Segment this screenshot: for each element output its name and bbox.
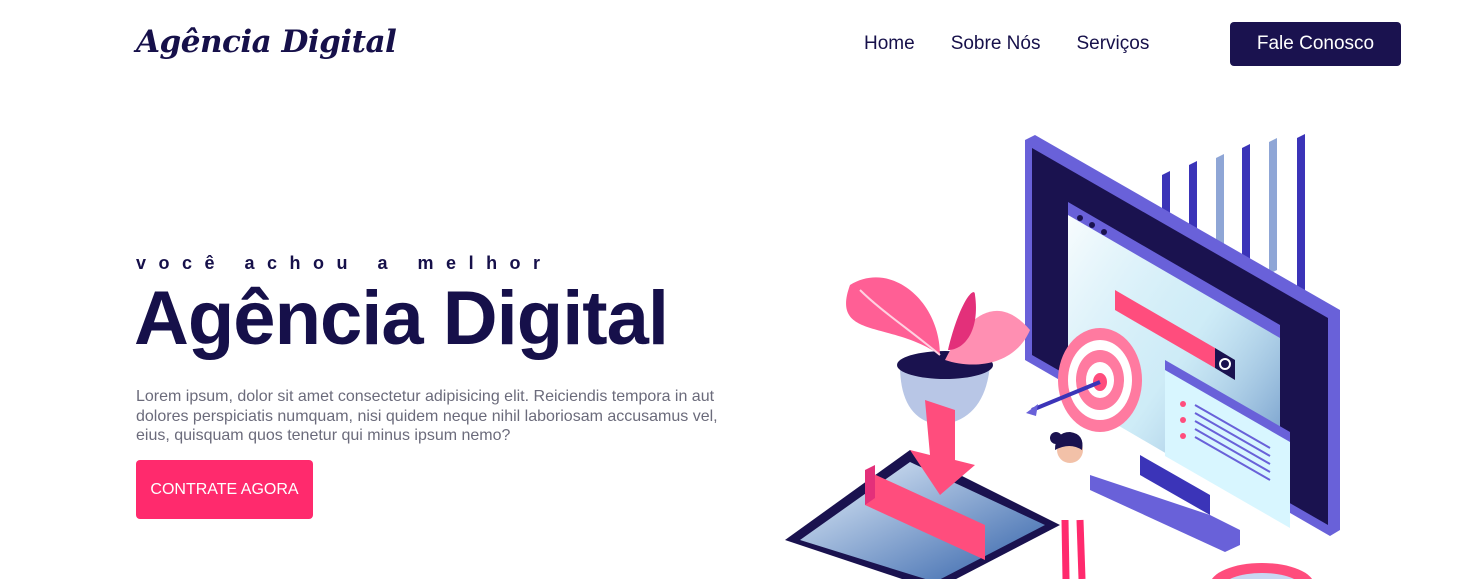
person-icon (1050, 432, 1090, 579)
hero-illustration (785, 134, 1340, 579)
hero-tagline: você achou a melhor (136, 253, 553, 273)
nav-link-servicos[interactable]: Serviços (1076, 33, 1149, 55)
nav-link-sobre-nos[interactable]: Sobre Nós (951, 33, 1041, 55)
plant-icon (846, 277, 1030, 425)
tablet-icon (785, 400, 1060, 579)
main-nav: Home Sobre Nós Serviços (864, 33, 1149, 55)
hero-title: Agência Digital (134, 276, 669, 361)
contact-button[interactable]: Fale Conosco (1230, 22, 1401, 66)
hire-now-button[interactable]: CONTRATE AGORA (136, 460, 313, 519)
nav-link-home[interactable]: Home (864, 33, 915, 55)
logo[interactable]: Agência Digital (136, 24, 397, 60)
site-header: Agência Digital Home Sobre Nós Serviços … (0, 0, 1467, 90)
hero-description: Lorem ipsum, dolor sit amet consectetur … (136, 388, 718, 444)
